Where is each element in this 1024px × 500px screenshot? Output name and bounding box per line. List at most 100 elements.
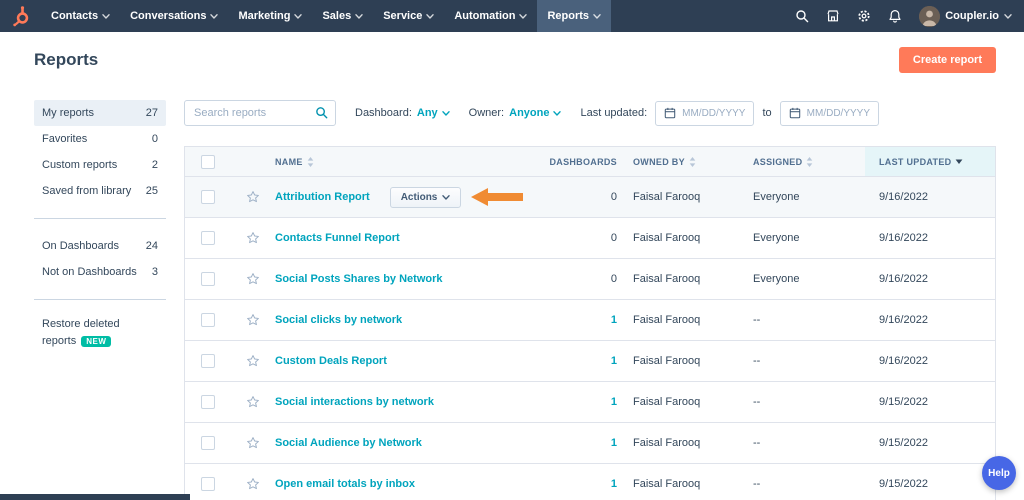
owned-by: Faisal Farooq (633, 396, 701, 408)
dashboards-count[interactable]: 1 (611, 437, 617, 449)
sidebar-item-favorites[interactable]: Favorites 0 (34, 126, 166, 152)
sidebar-item-on-dashboards[interactable]: On Dashboards 24 (34, 233, 166, 259)
settings-icon[interactable] (857, 9, 871, 23)
row-checkbox[interactable] (201, 436, 215, 450)
search-icon[interactable] (795, 9, 809, 23)
row-checkbox[interactable] (201, 272, 215, 286)
last-updated: 9/15/2022 (879, 478, 928, 490)
nav-item-automation[interactable]: Automation (444, 0, 537, 32)
marketplace-icon[interactable] (826, 9, 840, 23)
create-report-button[interactable]: Create report (898, 47, 996, 73)
chevron-down-icon (519, 14, 528, 19)
favorite-star-icon[interactable] (246, 477, 260, 491)
report-name-link[interactable]: Social clicks by network (275, 314, 402, 326)
nav-item-reports[interactable]: Reports (537, 0, 612, 32)
table-row: Social clicks by network 1 Faisal Farooq --… (185, 300, 995, 341)
account-menu[interactable]: Coupler.io (919, 5, 1012, 27)
row-checkbox[interactable] (201, 354, 215, 368)
assigned: Everyone (753, 273, 800, 285)
column-header-dashboards[interactable]: DASHBOARDS (545, 147, 633, 176)
page-title: Reports (34, 50, 99, 69)
column-header-assigned[interactable]: ASSIGNED (753, 147, 865, 176)
favorite-star-icon[interactable] (246, 354, 260, 368)
search-icon[interactable] (315, 106, 328, 124)
favorite-star-icon[interactable] (246, 395, 260, 409)
help-button[interactable]: Help (982, 456, 1016, 490)
chevron-down-icon (355, 14, 363, 19)
primary-nav: Contacts Conversations Marketing Sales Servi… (41, 0, 612, 32)
chevron-down-icon (1004, 14, 1012, 19)
table-row: Social Posts Shares by Network 0 Faisal Fa… (185, 259, 995, 300)
favorite-star-icon[interactable] (246, 190, 260, 204)
new-badge: NEW (81, 336, 112, 347)
nav-item-conversations[interactable]: Conversations (120, 0, 228, 32)
sidebar-item-label: Favorites (42, 133, 88, 145)
row-checkbox[interactable] (201, 231, 215, 245)
restore-deleted-reports-link[interactable]: Restore deleted reports NEW (34, 316, 156, 350)
nav-item-label: Contacts (51, 10, 99, 22)
report-name-link[interactable]: Social interactions by network (275, 396, 434, 408)
row-checkbox[interactable] (201, 477, 215, 491)
dashboards-count: 0 (610, 191, 617, 203)
row-checkbox[interactable] (201, 395, 215, 409)
dashboards-count[interactable]: 1 (611, 314, 617, 326)
date-to-input[interactable]: MM/DD/YYYY (779, 100, 880, 126)
sidebar-item-label: Custom reports (42, 159, 118, 171)
column-header-owned-by[interactable]: OWNED BY (633, 147, 753, 176)
last-updated: 9/15/2022 (879, 437, 928, 449)
report-name-link[interactable]: Open email totals by inbox (275, 478, 415, 490)
dashboards-count[interactable]: 1 (611, 355, 617, 367)
nav-item-contacts[interactable]: Contacts (41, 0, 120, 32)
select-all-checkbox[interactable] (201, 154, 215, 169)
search-box (184, 100, 336, 126)
column-header-name[interactable]: NAME (275, 147, 545, 176)
favorite-star-icon[interactable] (246, 313, 260, 327)
report-name-link[interactable]: Social Posts Shares by Network (275, 273, 443, 285)
nav-item-marketing[interactable]: Marketing (228, 0, 312, 32)
report-name-link[interactable]: Custom Deals Report (275, 355, 387, 367)
favorite-star-icon[interactable] (246, 272, 260, 286)
dashboard-filter-dropdown[interactable]: Any (417, 107, 450, 119)
report-name-link[interactable]: Contacts Funnel Report (275, 232, 400, 244)
chevron-down-icon (593, 14, 601, 19)
sidebar-item-my-reports[interactable]: My reports 27 (34, 100, 166, 126)
search-input[interactable] (184, 100, 336, 126)
row-checkbox[interactable] (201, 313, 215, 327)
column-header-label: DASHBOARDS (549, 156, 617, 167)
calendar-icon (664, 107, 676, 119)
dashboards-count[interactable]: 1 (611, 478, 617, 490)
favorite-star-icon[interactable] (246, 231, 260, 245)
sidebar-item-not-on-dashboards[interactable]: Not on Dashboards 3 (34, 259, 166, 285)
page-header: Reports Create report (0, 32, 1024, 88)
date-to-placeholder: MM/DD/YYYY (806, 107, 871, 119)
sidebar-item-count: 0 (151, 133, 158, 145)
column-header-last-updated[interactable]: LAST UPDATED (865, 147, 995, 176)
sort-icon (307, 156, 314, 167)
date-from-placeholder: MM/DD/YYYY (682, 107, 746, 119)
sort-icon (689, 156, 696, 167)
date-from-input[interactable]: MM/DD/YYYY (655, 100, 755, 126)
report-name-link[interactable]: Social Audience by Network (275, 437, 422, 449)
bottom-left-dark-strip (0, 494, 190, 500)
app: Contacts Conversations Marketing Sales Servi… (0, 0, 1024, 500)
chevron-down-icon (102, 14, 110, 19)
assigned: Everyone (753, 232, 800, 244)
nav-item-service[interactable]: Service (373, 0, 444, 32)
owner-filter-dropdown[interactable]: Anyone (509, 107, 562, 119)
sidebar-item-saved-from-library[interactable]: Saved from library 25 (34, 178, 166, 204)
report-name-link[interactable]: Attribution Report (275, 191, 370, 203)
sidebar-item-count: 2 (151, 159, 158, 171)
last-updated: 9/16/2022 (879, 273, 928, 285)
table-row: Social interactions by network 1 Faisal Fa… (185, 382, 995, 423)
notifications-icon[interactable] (888, 9, 902, 23)
hubspot-logo[interactable] (0, 0, 41, 32)
nav-item-sales[interactable]: Sales (312, 0, 373, 32)
sidebar-item-custom-reports[interactable]: Custom reports 2 (34, 152, 166, 178)
dashboards-count[interactable]: 1 (611, 396, 617, 408)
actions-button[interactable]: Actions (389, 186, 462, 208)
sidebar-item-count: 27 (145, 107, 158, 119)
hubspot-sprocket-icon (13, 6, 29, 27)
row-checkbox[interactable] (201, 190, 215, 204)
account-name: Coupler.io (945, 10, 999, 22)
favorite-star-icon[interactable] (246, 436, 260, 450)
